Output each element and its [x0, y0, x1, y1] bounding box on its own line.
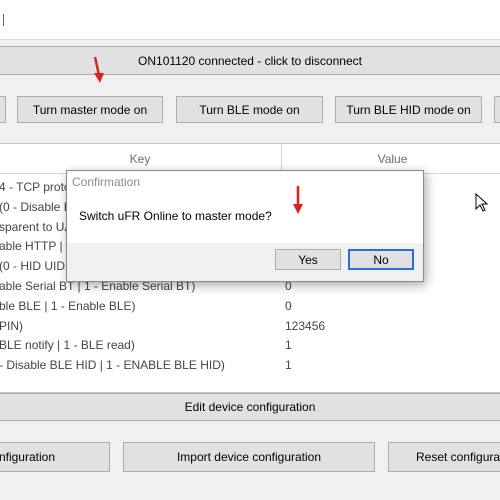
master-mode-label: Turn master mode on — [32, 102, 148, 117]
mode-button-partial-right[interactable] — [494, 96, 500, 123]
cell-value[interactable]: 1 — [285, 355, 292, 375]
no-button[interactable]: No — [348, 249, 414, 270]
cell-value[interactable]: 0 — [285, 296, 292, 316]
import-config-button[interactable]: Import device configuration — [123, 442, 375, 472]
dialog-title-bar[interactable]: Confirmation — [67, 171, 423, 193]
reset-config-button[interactable]: Reset configurat — [388, 442, 500, 472]
no-button-label: No — [373, 252, 389, 267]
top-input-strip[interactable] — [0, 0, 500, 40]
yes-button-label: Yes — [298, 252, 318, 267]
dialog-body: Switch uFR Online to master mode? — [67, 193, 423, 243]
dialog-message: Switch uFR Online to master mode? — [79, 209, 272, 223]
table-row[interactable]: - Disable BLE HID | 1 - ENABLE BLE HID) 1 — [0, 355, 500, 375]
ble-hid-mode-button[interactable]: Turn BLE HID mode on — [335, 96, 482, 123]
disconnect-button-label: ON101120 connected - click to disconnect — [138, 53, 362, 68]
master-mode-button[interactable]: Turn master mode on — [17, 96, 163, 123]
table-row[interactable]: BLE notify | 1 - BLE read) 1 — [0, 335, 500, 355]
cell-value[interactable]: 1 — [285, 335, 292, 355]
reset-config-label: Reset configurat — [416, 450, 500, 464]
ble-hid-mode-label: Turn BLE HID mode on — [346, 102, 471, 117]
cell-key: - Disable BLE HID | 1 - ENABLE BLE HID) — [0, 358, 225, 373]
disconnect-button[interactable]: ON101120 connected - click to disconnect — [0, 46, 500, 75]
red-arrow-annotation-icon — [93, 56, 104, 83]
edit-config-button[interactable]: Edit device configuration — [0, 393, 500, 421]
cell-key: PIN) — [0, 318, 23, 333]
arrow-cursor-icon — [475, 193, 489, 212]
dialog-title: Confirmation — [72, 175, 141, 189]
ble-mode-button[interactable]: Turn BLE mode on — [176, 96, 323, 123]
table-row[interactable]: PIN) 123456 — [0, 316, 500, 336]
ble-mode-label: Turn BLE mode on — [199, 102, 300, 117]
import-config-label: Import device configuration — [176, 450, 322, 464]
export-config-label: nfiguration — [0, 450, 55, 464]
confirmation-dialog: Confirmation Switch uFR Online to master… — [66, 170, 424, 282]
yes-button[interactable]: Yes — [275, 249, 341, 270]
table-row[interactable]: ble BLE | 1 - Enable BLE) 0 — [0, 296, 500, 316]
text-caret — [3, 14, 4, 26]
red-arrow-annotation-icon — [293, 186, 303, 214]
edit-config-label: Edit device configuration — [184, 400, 316, 414]
cell-key: ble BLE | 1 - Enable BLE) — [0, 298, 136, 313]
dialog-footer: Yes No — [67, 243, 423, 281]
cell-key: BLE notify | 1 - BLE read) — [0, 338, 135, 353]
cell-value[interactable]: 123456 — [285, 316, 325, 336]
mode-button-partial[interactable] — [0, 96, 6, 123]
export-config-button[interactable]: nfiguration — [0, 442, 110, 472]
